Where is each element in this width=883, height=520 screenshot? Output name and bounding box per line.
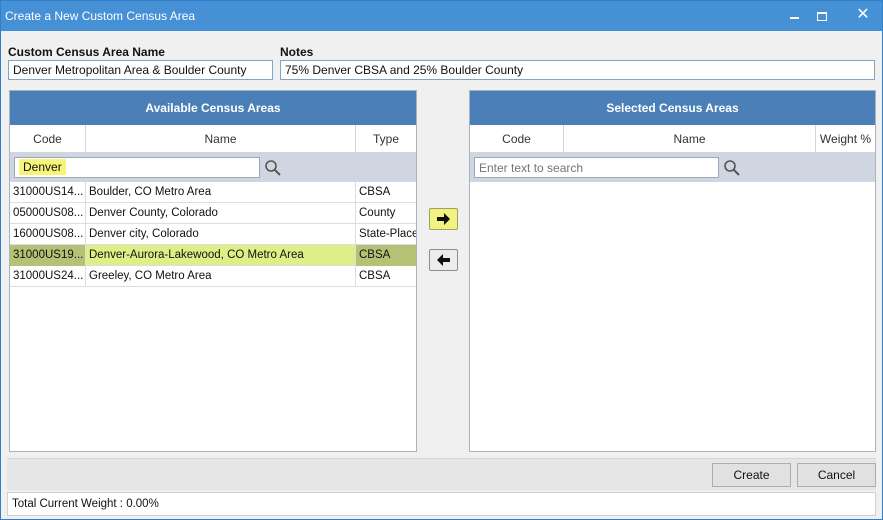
button-bar: Create Cancel	[7, 458, 876, 490]
cell-name: Denver-Aurora-Lakewood, CO Metro Area	[86, 245, 356, 266]
available-panel-title: Available Census Areas	[10, 91, 416, 125]
column-header-weight[interactable]: Weight %	[816, 125, 875, 153]
arrow-right-icon	[437, 213, 450, 225]
cell-code: 16000US08...	[10, 224, 86, 245]
cell-code: 31000US14...	[10, 182, 86, 203]
dialog-window: Create a New Custom Census Area ✕ Custom…	[0, 0, 883, 520]
column-header-type[interactable]: Type	[356, 125, 416, 153]
table-row[interactable]: 05000US08... Denver County, Colorado Count…	[10, 203, 416, 224]
search-icon[interactable]	[264, 159, 282, 177]
notes-label: Notes	[280, 45, 314, 59]
close-icon: ✕	[856, 6, 870, 23]
table-row[interactable]: 16000US08... Denver city, Colorado State-P…	[10, 224, 416, 245]
available-column-headers: Code Name Type	[10, 125, 416, 153]
search-icon[interactable]	[723, 159, 741, 177]
selected-search-input[interactable]	[474, 157, 719, 178]
cell-name: Greeley, CO Metro Area	[86, 266, 356, 287]
name-field[interactable]: Denver Metropolitan Area & Boulder Count…	[8, 60, 273, 80]
column-header-name[interactable]: Name	[564, 125, 816, 153]
available-search-input[interactable]: Denver	[14, 157, 260, 178]
minimize-icon	[789, 17, 799, 20]
minimize-button[interactable]	[779, 1, 809, 29]
cell-code: 05000US08...	[10, 203, 86, 224]
selected-column-headers: Code Name Weight %	[470, 125, 875, 153]
close-button[interactable]: ✕	[845, 1, 881, 29]
column-header-code[interactable]: Code	[10, 125, 86, 153]
notes-field[interactable]: 75% Denver CBSA and 25% Boulder County	[280, 60, 875, 80]
cell-type: CBSA	[356, 245, 416, 266]
table-row[interactable]: 31000US14... Boulder, CO Metro Area CBSA	[10, 182, 416, 203]
remove-from-selected-button[interactable]	[429, 249, 458, 271]
cell-name: Denver County, Colorado	[86, 203, 356, 224]
cell-type: CBSA	[359, 186, 391, 198]
maximize-icon	[817, 11, 827, 21]
status-bar: Total Current Weight : 0.00%	[7, 492, 876, 516]
maximize-button[interactable]	[807, 1, 837, 29]
available-panel: Available Census Areas Code Name Type De…	[9, 90, 417, 452]
column-header-name[interactable]: Name	[86, 125, 356, 153]
available-filter-row: Denver	[10, 153, 416, 182]
title-bar[interactable]: Create a New Custom Census Area ✕	[1, 1, 882, 31]
cell-type: CBSA	[359, 270, 391, 282]
arrow-left-icon	[437, 254, 450, 266]
column-header-code[interactable]: Code	[470, 125, 564, 153]
table-row[interactable]: 31000US19... Denver-Aurora-Lakewood, CO M…	[10, 245, 416, 266]
selected-filter-row	[470, 153, 875, 182]
selected-panel: Selected Census Areas Code Name Weight %	[469, 90, 876, 452]
cell-type: County	[359, 207, 396, 219]
name-label: Custom Census Area Name	[8, 45, 165, 59]
add-to-selected-button[interactable]	[429, 208, 458, 230]
cell-name: Denver city, Colorado	[86, 224, 356, 245]
window-title: Create a New Custom Census Area	[5, 9, 196, 23]
cell-code: 31000US19...	[10, 245, 86, 266]
table-row[interactable]: 31000US24... Greeley, CO Metro Area CBSA	[10, 266, 416, 287]
cell-type: State-Place	[359, 228, 416, 240]
create-button[interactable]: Create	[712, 463, 791, 487]
search-text: Denver	[19, 159, 66, 175]
selected-panel-title: Selected Census Areas	[470, 91, 875, 125]
cell-code: 31000US24...	[10, 266, 86, 287]
cell-name: Boulder, CO Metro Area	[86, 182, 356, 203]
cancel-button[interactable]: Cancel	[797, 463, 876, 487]
